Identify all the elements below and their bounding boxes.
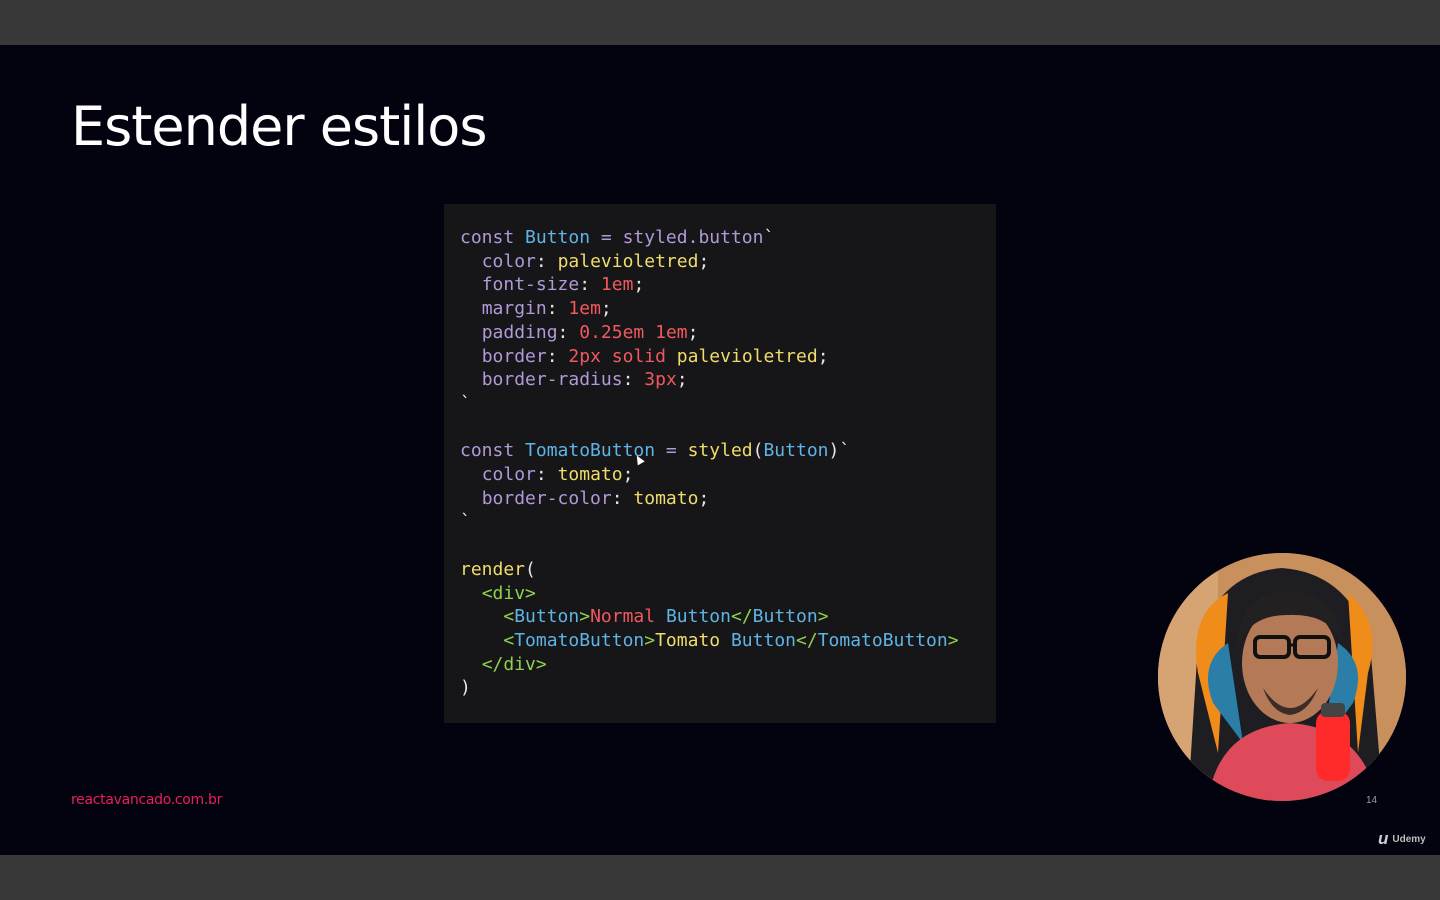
code-content: const Button = styled.button` color: pal… bbox=[460, 227, 959, 699]
udemy-logo-icon: u bbox=[1378, 829, 1389, 848]
presenter-video-icon bbox=[1158, 553, 1406, 801]
footer-website: reactavancado.com.br bbox=[71, 792, 223, 808]
slide-page-number: 14 bbox=[1366, 795, 1378, 806]
presentation-slide: Estender estilos const Button = styled.b… bbox=[0, 45, 1440, 855]
udemy-brand: u Udemy bbox=[1378, 829, 1426, 849]
slide-title: Estender estilos bbox=[71, 95, 487, 158]
top-letterbox bbox=[0, 0, 1440, 45]
brand-name: Udemy bbox=[1392, 833, 1426, 845]
bottom-letterbox bbox=[0, 855, 1440, 900]
code-block: const Button = styled.button` color: pal… bbox=[444, 204, 996, 723]
webcam-overlay bbox=[1158, 553, 1406, 801]
